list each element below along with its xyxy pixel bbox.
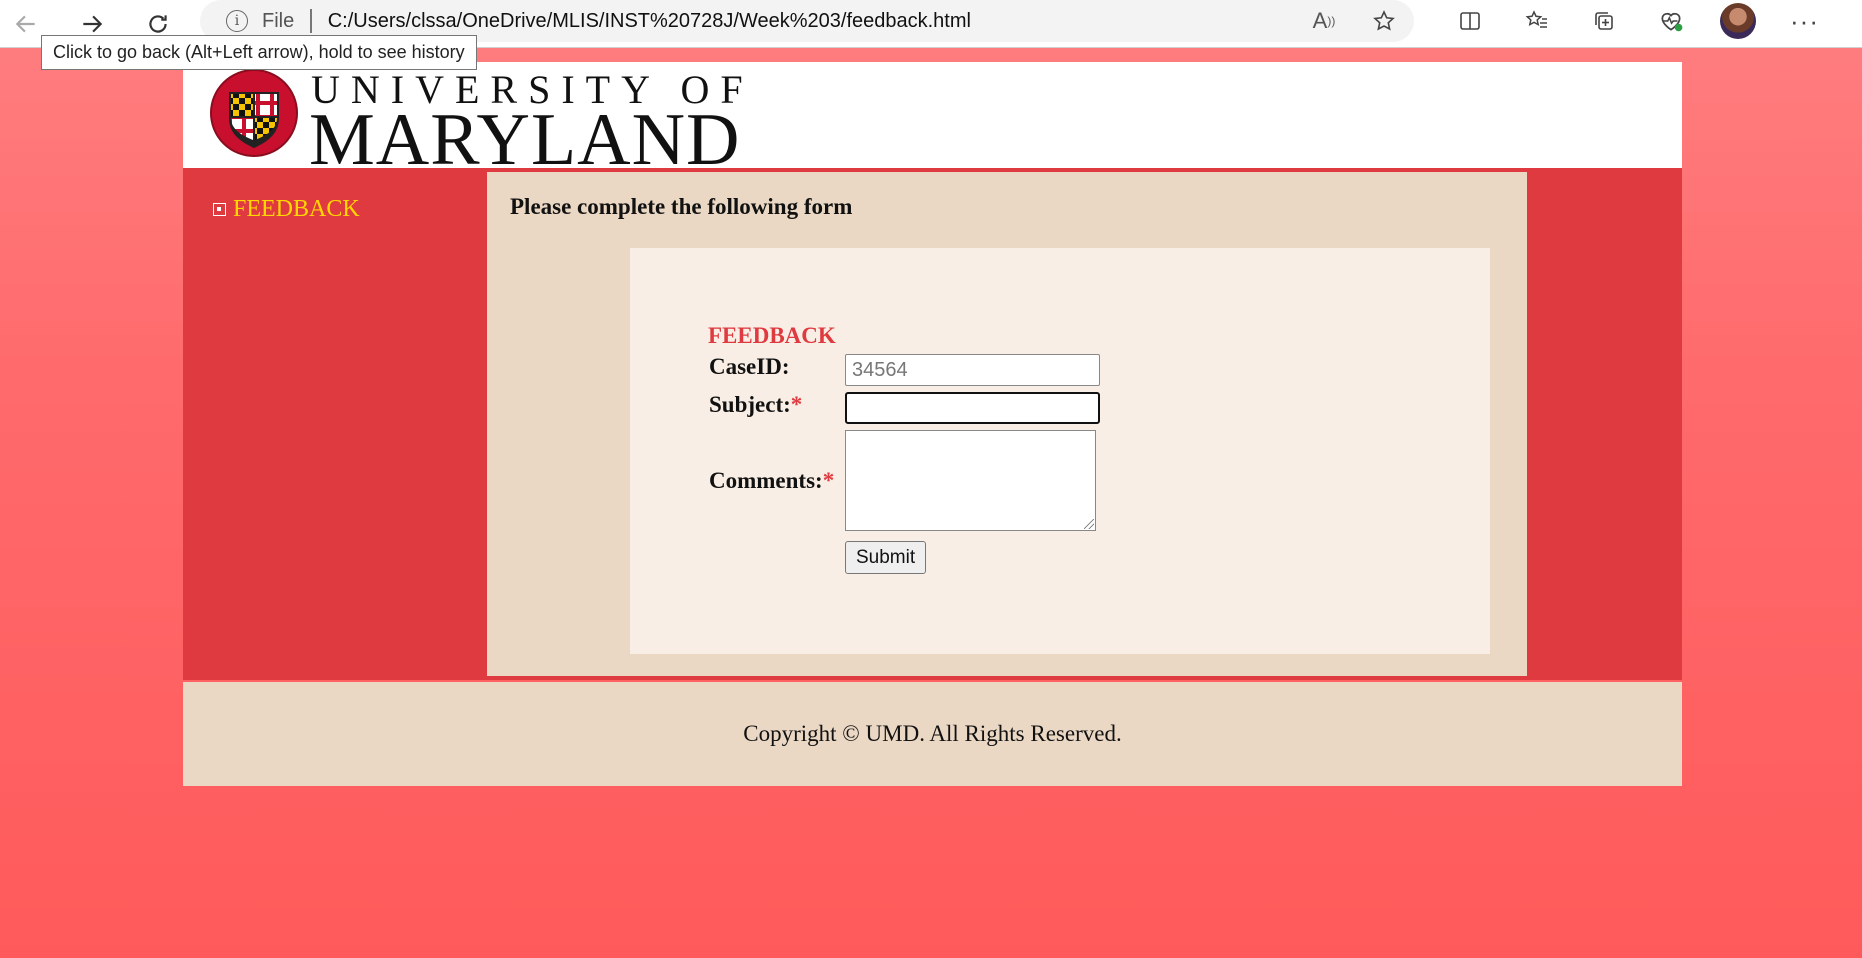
favorites-icon[interactable] — [1503, 0, 1570, 42]
subject-label-text: Subject: — [709, 392, 791, 417]
university-logo[interactable]: UNIVERSITY OF MARYLAND — [209, 68, 754, 181]
split-screen-icon[interactable] — [1436, 0, 1503, 42]
form-heading: FEEDBACK — [708, 323, 836, 348]
back-tooltip: Click to go back (Alt+Left arrow), hold … — [41, 35, 477, 70]
back-icon — [15, 15, 35, 33]
caseid-placeholder: 34564 — [852, 358, 908, 381]
page-title: Please complete the following form — [510, 194, 853, 219]
address-scheme: File — [262, 9, 295, 32]
profile-avatar[interactable] — [1704, 0, 1771, 42]
required-marker: * — [822, 468, 835, 493]
subject-label: Subject:* — [709, 392, 802, 418]
read-aloud-icon[interactable]: A)) — [1294, 0, 1354, 42]
caseid-input[interactable]: 34564 — [845, 354, 1100, 386]
browser-essentials-icon[interactable] — [1637, 0, 1704, 42]
resize-handle-icon[interactable] — [1084, 519, 1094, 529]
logo-line-maryland: MARYLAND — [309, 99, 741, 181]
back-button[interactable] — [6, 4, 46, 44]
more-icon[interactable]: ··· — [1771, 0, 1838, 42]
refresh-icon — [149, 15, 167, 33]
forward-icon — [83, 15, 103, 33]
comments-label: Comments:* — [709, 468, 834, 494]
feedback-form: FEEDBACK CaseID: 34564 Subject:* Comment… — [630, 248, 1490, 654]
content-area: Please complete the following form FEEDB… — [487, 172, 1527, 676]
address-url[interactable]: C:/Users/clssa/OneDrive/MLIS/INST%20728J… — [328, 10, 971, 33]
submit-button[interactable]: Submit — [845, 541, 927, 574]
favorite-star-icon[interactable] — [1354, 0, 1414, 42]
required-marker: * — [790, 392, 803, 417]
caseid-label: CaseID: — [709, 354, 790, 380]
sidebar-item-feedback[interactable]: FEEDBACK — [213, 196, 360, 223]
info-icon[interactable]: i — [226, 10, 248, 32]
copyright-text: Copyright © UMD. All Rights Reserved. — [743, 721, 1122, 746]
collections-icon[interactable] — [1570, 0, 1637, 42]
sidebar-item-label[interactable]: FEEDBACK — [233, 196, 360, 223]
site-header: UNIVERSITY OF MARYLAND — [183, 62, 1682, 181]
site-footer: Copyright © UMD. All Rights Reserved. — [183, 682, 1682, 786]
subject-input[interactable] — [845, 392, 1100, 424]
maryland-seal-icon — [210, 69, 298, 157]
address-separator — [310, 9, 312, 33]
comments-textarea[interactable] — [845, 430, 1096, 531]
comments-label-text: Comments: — [709, 468, 823, 493]
bullet-icon — [213, 203, 226, 216]
caseid-label-text: CaseID: — [709, 354, 790, 379]
